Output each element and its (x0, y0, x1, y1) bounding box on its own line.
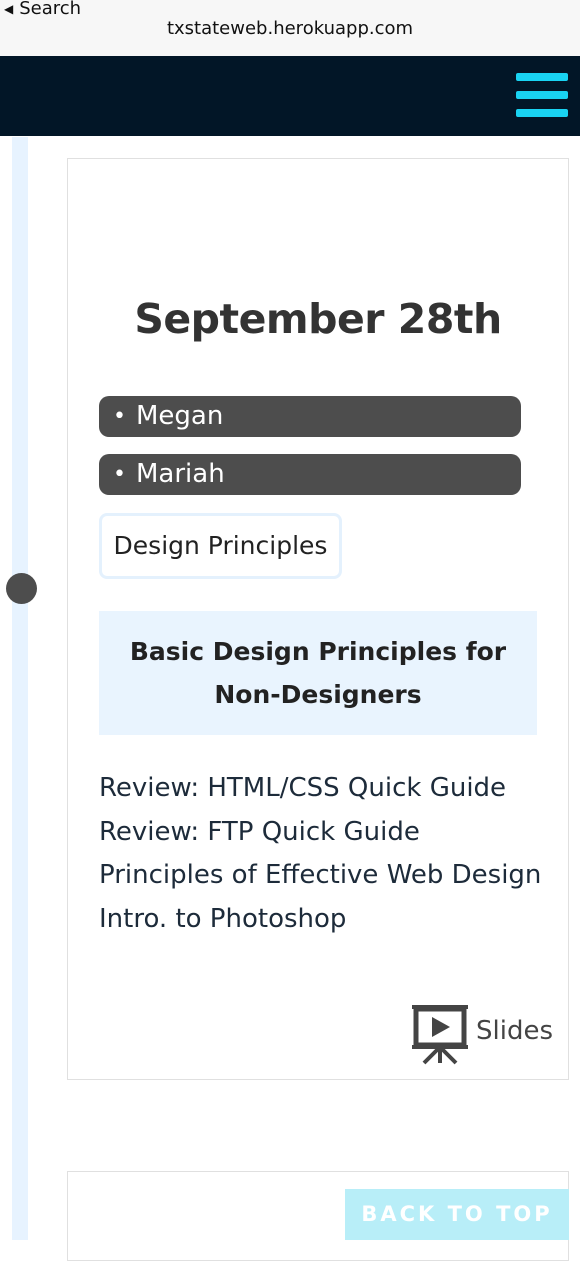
event-date: September 28th (134, 295, 502, 343)
slides-label: Slides (476, 1016, 553, 1046)
presentation-screen-icon (412, 1005, 468, 1065)
bullet-icon: • (113, 462, 126, 487)
back-to-search-button[interactable]: ◀ Search (4, 0, 81, 18)
timeline-line (12, 137, 28, 1240)
presenter-name: Megan (135, 401, 224, 431)
resource-link[interactable]: Intro. to Photoshop (99, 898, 559, 942)
browser-address-bar: ◀ Search txstateweb.herokuapp.com (0, 0, 580, 57)
resource-link[interactable]: Review: HTML/CSS Quick Guide (99, 767, 559, 811)
resource-link[interactable]: Review: FTP Quick Guide (99, 811, 559, 855)
resource-link[interactable]: Principles of Effective Web Design (99, 854, 559, 898)
slides-link[interactable]: Slides (410, 1003, 553, 1065)
topic-title: Basic Design Principles for Non-Designer… (99, 611, 537, 735)
url-text[interactable]: txstateweb.herokuapp.com (0, 18, 580, 39)
timeline-marker (6, 573, 37, 604)
back-arrow-icon: ◀ (4, 2, 14, 16)
resource-links: Review: HTML/CSS Quick Guide Review: FTP… (99, 767, 559, 941)
back-label: Search (19, 0, 82, 19)
presenter-badge: • Mariah (99, 454, 521, 495)
bullet-icon: • (113, 404, 126, 429)
topic-tag: Design Principles (99, 513, 342, 579)
back-to-top-button[interactable]: BACK TO TOP (345, 1189, 569, 1240)
presenter-name: Mariah (135, 459, 225, 489)
presenter-badge: • Megan (99, 396, 521, 437)
hamburger-menu-icon[interactable] (516, 73, 568, 117)
site-header (0, 56, 580, 136)
